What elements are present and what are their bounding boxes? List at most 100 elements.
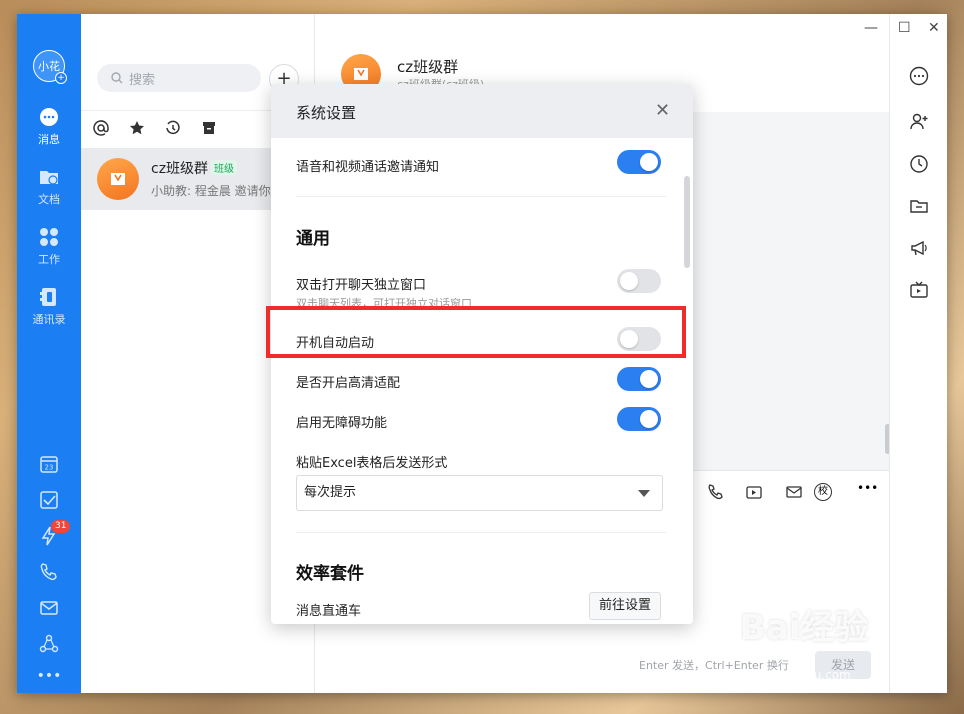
more-nav-icon[interactable]: ••• <box>17 668 81 684</box>
excel-paste-label: 粘贴Excel表格后发送形式 <box>296 456 448 471</box>
search-input[interactable]: 搜索 <box>97 64 261 92</box>
message-icon <box>40 108 58 126</box>
more-toolbar-icon[interactable]: ••• <box>857 481 878 495</box>
contacts-icon <box>40 288 56 306</box>
window-controls: — ☐ ✕ <box>828 14 947 44</box>
star-icon <box>130 121 144 135</box>
general-section-title: 通用 <box>296 229 330 249</box>
go-settings-button[interactable]: 前往设置 <box>589 592 661 620</box>
mail-toolbar-button[interactable] <box>785 483 803 505</box>
baidu-watermark-url: jingyan.baidu.com <box>740 668 851 682</box>
folder-icon <box>910 200 928 213</box>
accessibility-label: 启用无障碍功能 <box>296 416 388 431</box>
apps-button[interactable] <box>17 634 81 658</box>
toggle-knob <box>620 272 638 290</box>
class-tag: 班级 <box>211 160 238 175</box>
baidu-watermark: Bai经验 <box>740 608 869 648</box>
chat-name-row: cz班级群 班级 <box>151 158 238 178</box>
work-icon <box>40 228 58 246</box>
history-button[interactable] <box>909 154 929 178</box>
group-avatar <box>97 158 139 200</box>
nav-item-documents[interactable]: 文档 <box>17 166 81 207</box>
hd-adapt-label: 是否开启高清适配 <box>296 376 401 391</box>
live-button[interactable] <box>745 483 763 505</box>
divider <box>296 196 666 197</box>
close-window-button[interactable]: ✕ <box>928 20 940 36</box>
dialog-close-button[interactable]: ✕ <box>655 100 670 121</box>
add-user-icon <box>910 113 928 130</box>
voice-video-invite-toggle[interactable] <box>617 150 661 174</box>
chat-name: cz班级群 <box>151 161 209 177</box>
tv-icon <box>910 281 928 298</box>
files-button[interactable] <box>909 196 929 220</box>
network-icon <box>39 634 59 653</box>
video-call-button[interactable] <box>707 483 725 505</box>
document-icon <box>40 171 58 185</box>
nav-item-work[interactable]: 工作 <box>17 226 81 267</box>
excel-paste-select[interactable]: 每次提示 <box>296 475 663 511</box>
calendar-icon: 23 <box>40 456 58 473</box>
efficiency-section-title: 效率套件 <box>296 564 364 584</box>
avatar-add-icon: + <box>55 72 67 84</box>
mention-filter[interactable] <box>93 120 109 140</box>
starred-filter[interactable] <box>129 120 145 140</box>
nav-label-documents: 文档 <box>38 193 60 206</box>
user-avatar[interactable]: 小花 + <box>33 50 67 84</box>
megaphone-icon <box>911 240 927 256</box>
right-rail: — ☐ ✕ <box>864 14 947 693</box>
dialog-header: 系统设置 ✕ <box>271 84 693 138</box>
toggle-knob <box>640 410 658 428</box>
recent-filter[interactable] <box>165 120 181 140</box>
nav-item-messages[interactable]: 消息 <box>17 106 81 147</box>
left-nav: 小花 + 消息 文档 工作 通讯录 23 31 ••• <box>17 14 81 693</box>
archive-filter[interactable] <box>201 120 217 140</box>
more-circle-icon <box>909 66 929 86</box>
more-options-button[interactable] <box>909 66 929 90</box>
phone-callback-icon <box>708 484 723 500</box>
tv-play-icon <box>746 486 762 499</box>
calendar-button[interactable]: 23 <box>17 454 81 478</box>
divider <box>296 532 666 533</box>
live-rail-button[interactable] <box>909 280 929 304</box>
voice-video-invite-label: 语音和视频通话邀请通知 <box>296 160 440 175</box>
nav-label-contacts: 通讯录 <box>32 313 66 326</box>
msg-express-label: 消息直通车 <box>296 604 362 619</box>
mail-icon <box>786 486 802 498</box>
minimize-button[interactable]: — <box>864 20 878 36</box>
search-icon <box>111 72 123 84</box>
dialog-title: 系统设置 <box>296 104 357 122</box>
avatar-text: 小花 <box>38 60 60 73</box>
proofread-button[interactable]: 校 <box>814 483 832 501</box>
double-click-window-toggle[interactable] <box>617 269 661 293</box>
accessibility-toggle[interactable] <box>617 407 661 431</box>
double-click-window-label: 双击打开聊天独立窗口 <box>296 278 427 293</box>
checkbox-icon <box>40 491 58 509</box>
history-icon <box>166 120 180 135</box>
notification-badge: 31 <box>51 520 71 533</box>
calendar-day: 23 <box>45 464 54 472</box>
at-icon <box>93 120 109 136</box>
chevron-down-icon <box>638 490 650 497</box>
clock-icon <box>910 155 928 173</box>
highlight-annotation <box>266 306 686 358</box>
excel-paste-value: 每次提示 <box>304 485 357 500</box>
nav-label-messages: 消息 <box>38 133 60 146</box>
hd-adapt-toggle[interactable] <box>617 367 661 391</box>
mail-icon <box>40 601 58 615</box>
add-member-button[interactable] <box>909 112 929 136</box>
archive-icon <box>203 122 215 134</box>
phone-icon <box>40 563 57 581</box>
dialog-body: 语音和视频通话邀请通知 通用 双击打开聊天独立窗口 双击聊天列表，可打开独立对话… <box>271 138 693 624</box>
toggle-knob <box>640 370 658 388</box>
flash-button[interactable] <box>17 526 81 550</box>
book-icon <box>354 68 368 80</box>
search-placeholder: 搜索 <box>129 72 156 88</box>
call-button[interactable] <box>17 562 81 586</box>
nav-item-contacts[interactable]: 通讯录 <box>17 286 81 327</box>
announcement-button[interactable] <box>909 238 929 262</box>
nav-label-work: 工作 <box>38 253 60 266</box>
book-icon <box>111 173 125 185</box>
maximize-button[interactable]: ☐ <box>898 20 911 36</box>
todo-button[interactable] <box>17 490 81 514</box>
mail-button[interactable] <box>17 598 81 622</box>
